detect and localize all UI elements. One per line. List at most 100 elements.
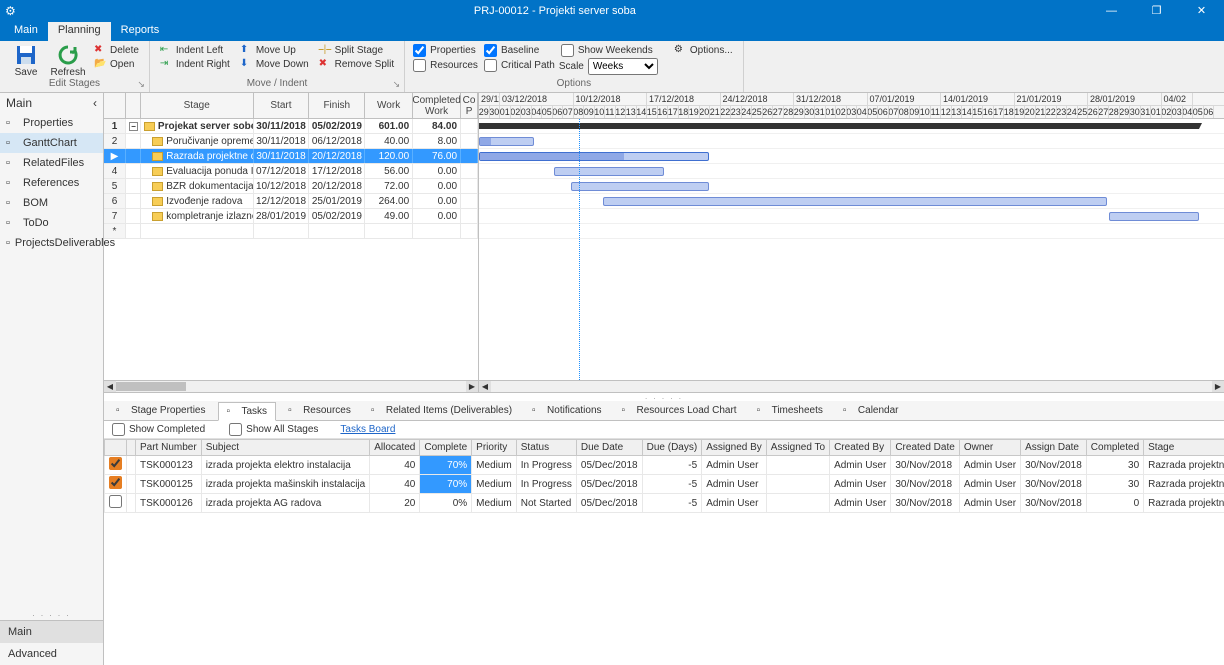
move-indent-launcher[interactable]: ↘ (393, 78, 401, 90)
show-all-stages-checkbox[interactable]: Show All Stages (227, 422, 320, 437)
expand-icon[interactable]: − (129, 122, 138, 131)
task-column-header[interactable] (105, 440, 127, 456)
detail-tab-resources[interactable]: ▫Resources (280, 402, 359, 419)
task-bar[interactable] (479, 137, 534, 146)
scroll-left-icon[interactable]: ◀ (104, 381, 116, 392)
detail-tab-calendar[interactable]: ▫Calendar (835, 402, 907, 419)
grid-column-header[interactable]: Finish (309, 93, 365, 118)
task-column-header[interactable]: Completed (1086, 440, 1143, 456)
task-column-header[interactable]: Complete (420, 440, 472, 456)
scroll-left-icon[interactable]: ◀ (479, 381, 491, 392)
scroll-right-icon[interactable]: ▶ (1212, 381, 1224, 392)
remove-split-button[interactable]: ✖Remove Split (315, 57, 398, 71)
task-column-header[interactable]: Assign Date (1021, 440, 1087, 456)
grid-column-header[interactable] (126, 93, 141, 118)
scale-select[interactable]: Weeks (588, 58, 658, 75)
task-column-header[interactable]: Due Date (576, 440, 642, 456)
split-stage-button[interactable]: ⎯|⎯Split Stage (315, 43, 398, 57)
task-bar[interactable] (1109, 212, 1199, 221)
baseline-checkbox[interactable]: Baseline (482, 43, 557, 58)
task-row[interactable]: TSK000126izrada projekta AG radova200%Me… (105, 494, 1224, 513)
gantt-hscroll[interactable]: ◀ ▶ (479, 380, 1224, 392)
options-button[interactable]: ⚙Options... (670, 43, 737, 57)
task-column-header[interactable]: Subject (201, 440, 370, 456)
nav-group-main[interactable]: Main (0, 621, 103, 643)
nav-item-relatedfiles[interactable]: ▫RelatedFiles (0, 153, 103, 173)
task-column-header[interactable] (127, 440, 136, 456)
task-column-header[interactable]: Priority (472, 440, 517, 456)
scroll-thumb[interactable] (116, 382, 186, 391)
edit-stages-launcher[interactable]: ↘ (137, 78, 145, 90)
move-up-button[interactable]: ⬆Move Up (236, 43, 313, 57)
nav-collapse-button[interactable]: ‹ (93, 96, 97, 110)
task-bar[interactable] (603, 197, 1107, 206)
ribbon-tab-reports[interactable]: Reports (111, 22, 170, 41)
nav-group-advanced[interactable]: Advanced (0, 643, 103, 665)
indent-left-button[interactable]: ⇤Indent Left (156, 43, 234, 57)
grid-column-header[interactable]: Completed Work (413, 93, 461, 118)
critical-path-checkbox[interactable]: Critical Path (482, 58, 557, 73)
grid-column-header[interactable]: Co P (461, 93, 478, 118)
task-checkbox[interactable] (109, 476, 122, 489)
detail-tab-tasks[interactable]: ▫Tasks (218, 402, 277, 421)
grid-column-header[interactable] (104, 93, 126, 118)
nav-item-todo[interactable]: ▫ToDo (0, 213, 103, 233)
stage-row[interactable]: * (104, 224, 478, 239)
refresh-button[interactable]: Refresh (48, 43, 88, 78)
open-button[interactable]: 📂Open (90, 57, 143, 71)
stage-row[interactable]: 5 BZR dokumentacija10/12/201820/12/20187… (104, 179, 478, 194)
task-row[interactable]: TSK000125izrada projekta mašinskih insta… (105, 475, 1224, 494)
minimize-button[interactable]: ― (1089, 0, 1134, 22)
maximize-button[interactable]: ❐ (1134, 0, 1179, 22)
grid-hscroll[interactable]: ◀ ▶ (104, 380, 478, 392)
task-bar[interactable] (479, 152, 709, 161)
stage-row[interactable]: ▶ Razrada projektne dokume...30/11/20182… (104, 149, 478, 164)
stage-row[interactable]: 2 Poručivanje opreme30/11/201806/12/2018… (104, 134, 478, 149)
stage-row[interactable]: 6 Izvođenje radova12/12/201825/01/201926… (104, 194, 478, 209)
show-completed-checkbox[interactable]: Show Completed (110, 422, 207, 437)
task-column-header[interactable]: Assigned To (766, 440, 829, 456)
close-button[interactable]: ✕ (1179, 0, 1224, 22)
move-down-button[interactable]: ⬇Move Down (236, 57, 313, 71)
task-checkbox[interactable] (109, 495, 122, 508)
task-column-header[interactable]: Assigned By (702, 440, 767, 456)
stage-row[interactable]: 1−Projekat server sobe30/11/201805/02/20… (104, 119, 478, 134)
nav-splitter-dots[interactable]: . . . . . (0, 607, 103, 620)
nav-item-properties[interactable]: ▫Properties (0, 113, 103, 133)
properties-checkbox[interactable]: Properties (411, 43, 480, 58)
ribbon-tab-main[interactable]: Main (4, 22, 48, 41)
nav-item-references[interactable]: ▫References (0, 173, 103, 193)
save-button[interactable]: Save (6, 43, 46, 78)
delete-button[interactable]: ✖Delete (90, 43, 143, 57)
task-column-header[interactable]: Stage (1144, 440, 1224, 456)
detail-tab-stage-properties[interactable]: ▫Stage Properties (108, 402, 214, 419)
detail-tab-timesheets[interactable]: ▫Timesheets (749, 402, 831, 419)
nav-item-projectsdeliverables[interactable]: ▫ProjectsDeliverables (0, 233, 103, 253)
task-bar[interactable] (571, 182, 709, 191)
task-column-header[interactable]: Status (516, 440, 576, 456)
task-column-header[interactable]: Due (Days) (642, 440, 702, 456)
indent-right-button[interactable]: ⇥Indent Right (156, 57, 234, 71)
grid-column-header[interactable]: Work (365, 93, 413, 118)
detail-tab-resources-load-chart[interactable]: ▫Resources Load Chart (614, 402, 745, 419)
tasks-board-link[interactable]: Tasks Board (340, 424, 395, 435)
task-column-header[interactable]: Part Number (136, 440, 202, 456)
grid-column-header[interactable]: Stage (141, 93, 254, 118)
detail-tab-notifications[interactable]: ▫Notifications (524, 402, 609, 419)
show-weekends-checkbox[interactable]: Show Weekends (559, 43, 658, 58)
task-column-header[interactable]: Owner (959, 440, 1020, 456)
task-column-header[interactable]: Created By (830, 440, 891, 456)
detail-tab-related-items-deliverables-[interactable]: ▫Related Items (Deliverables) (363, 402, 520, 419)
nav-item-bom[interactable]: ▫BOM (0, 193, 103, 213)
summary-bar[interactable] (479, 123, 1199, 129)
task-row[interactable]: TSK000123izrada projekta elektro instala… (105, 456, 1224, 475)
nav-item-ganttchart[interactable]: ▫GanttChart (0, 133, 103, 153)
stage-row[interactable]: 4 Evaluacija ponuda I izbor p...07/12/20… (104, 164, 478, 179)
grid-column-header[interactable]: Start (254, 93, 310, 118)
task-bar[interactable] (554, 167, 664, 176)
pane-splitter-dots[interactable]: . . . . . (104, 393, 1224, 401)
ribbon-tab-planning[interactable]: Planning (48, 22, 111, 41)
resources-checkbox[interactable]: Resources (411, 58, 480, 73)
task-column-header[interactable]: Created Date (891, 440, 959, 456)
scroll-right-icon[interactable]: ▶ (466, 381, 478, 392)
